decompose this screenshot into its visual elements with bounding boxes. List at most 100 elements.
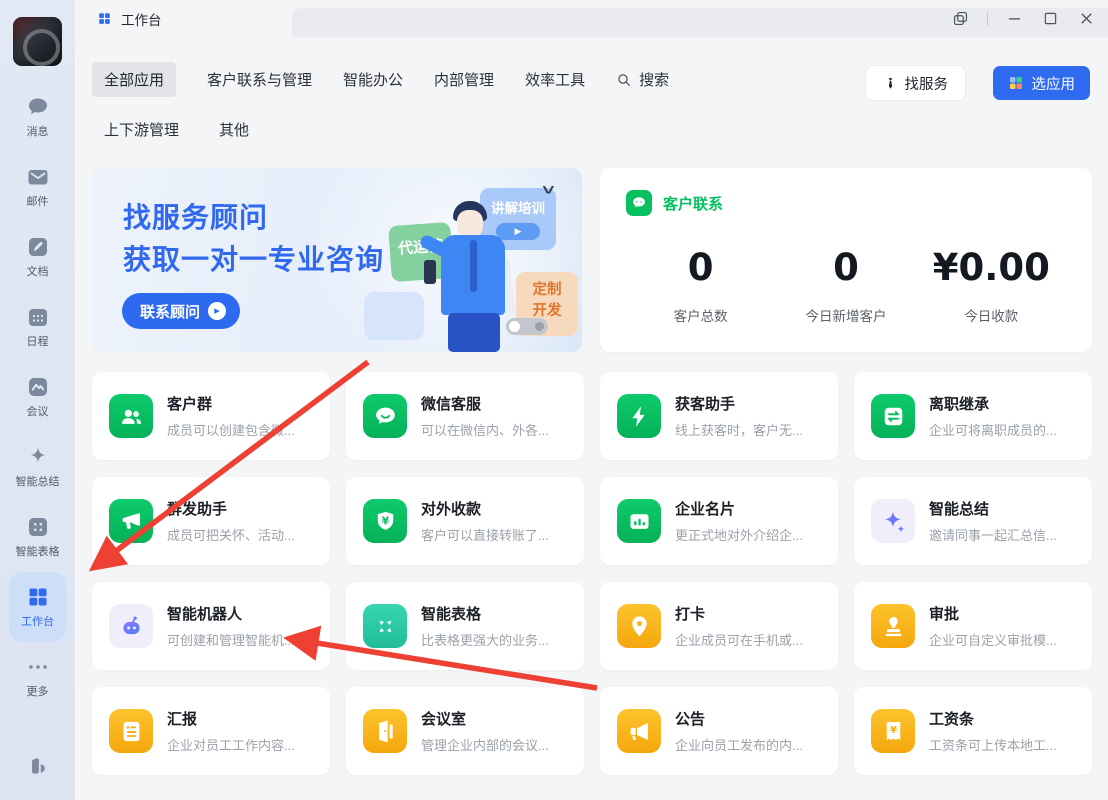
sidebar-item-meeting[interactable]: 会议: [9, 362, 66, 432]
sidebar: 消息 邮件 文档 日程 会议 智能总结 智能表格 工作台 更多: [0, 0, 75, 800]
sidebar-item-workbench[interactable]: 工作台: [9, 572, 66, 642]
app-card-group-send[interactable]: 群发助手 成员可把关怀、活动...: [92, 477, 330, 565]
search-label: 搜索: [639, 69, 669, 90]
app-title: 会议室: [421, 708, 549, 729]
broadcast-icon: [109, 499, 153, 543]
app-card-approval[interactable]: 审批 企业可自定义审批模...: [854, 582, 1092, 670]
find-service-button[interactable]: 找服务: [866, 66, 966, 100]
sidebar-item-messages[interactable]: 消息: [9, 82, 66, 152]
docs-icon: [26, 235, 50, 259]
app-card-biz-card[interactable]: 企业名片 更正式地对外介绍企...: [600, 477, 838, 565]
app-title: 对外收款: [421, 498, 549, 519]
app-card-external-payment[interactable]: ¥ 对外收款 客户可以直接转账了...: [346, 477, 584, 565]
app-title: 审批: [929, 603, 1057, 624]
app-card-wechat-service[interactable]: 微信客服 可以在微信内、外各...: [346, 372, 584, 460]
sidebar-nav: 消息 邮件 文档 日程 会议 智能总结 智能表格 工作台 更多: [9, 82, 66, 712]
app-title: 智能总结: [929, 498, 1057, 519]
play-pill-icon: ▶: [496, 223, 540, 240]
maximize-icon[interactable]: [1041, 9, 1060, 28]
titlebar: 工作台: [75, 0, 1108, 37]
filter-tab-smart-office[interactable]: 智能办公: [331, 62, 415, 97]
banner-title-line2: 获取一对一专业咨询: [123, 238, 384, 278]
app-grid: 客户群 成员可以创建包含微... 微信客服 可以在微信内、外各... 获客助手 …: [92, 372, 1092, 775]
filter-tab-other[interactable]: 其他: [219, 119, 249, 140]
close-icon[interactable]: [1077, 9, 1096, 28]
org-workbench-icon[interactable]: [22, 750, 52, 780]
app-desc: 邀请同事一起汇总信...: [929, 525, 1057, 544]
filter-tab-customer[interactable]: 客户联系与管理: [195, 62, 324, 97]
wechat-bubble-icon: [626, 190, 652, 216]
door-icon: [363, 709, 407, 753]
sidebar-item-smart-summary[interactable]: 智能总结: [9, 432, 66, 502]
app-card-smart-table[interactable]: 智能表格 比表格更强大的业务...: [346, 582, 584, 670]
chevron-down-icon: ˅: [542, 182, 554, 199]
filter-tab-upstream[interactable]: 上下游管理: [104, 119, 179, 140]
find-service-label: 找服务: [905, 73, 949, 94]
stamp-icon: [871, 604, 915, 648]
toggle-icon: [506, 318, 548, 335]
mail-icon: [26, 165, 50, 189]
choose-app-button[interactable]: 选应用: [993, 66, 1091, 100]
app-card-check-in[interactable]: 打卡 企业成员可在手机或...: [600, 582, 838, 670]
app-card-resign-inherit[interactable]: 离职继承 企业可将离职成员的...: [854, 372, 1092, 460]
svg-text:¥: ¥: [889, 725, 896, 736]
workbench-grid-icon: [26, 585, 50, 609]
app-desc: 企业对员工工作内容...: [167, 735, 295, 754]
arrow-circle-icon: ▸: [208, 302, 226, 320]
filter-tab-all[interactable]: 全部应用: [92, 62, 176, 97]
sidebar-item-schedule[interactable]: 日程: [9, 292, 66, 362]
sidebar-item-smart-table[interactable]: 智能表格: [9, 502, 66, 572]
app-desc: 成员可把关怀、活动...: [167, 525, 295, 544]
popout-icon[interactable]: [951, 9, 970, 28]
grid-icon: [97, 11, 112, 26]
controls-divider: [987, 12, 988, 26]
more-dots-icon: [26, 655, 50, 679]
service-consultant-banner: 找服务顾问 获取一对一专业咨询 联系顾问 ▸ 代运营 讲解培训 ▶ ˅ 定制开发: [92, 168, 582, 352]
app-title: 智能表格: [421, 603, 549, 624]
app-card-customer-group[interactable]: 客户群 成员可以创建包含微...: [92, 372, 330, 460]
sidebar-item-label: 日程: [27, 333, 49, 349]
user-avatar[interactable]: [13, 17, 62, 66]
table-x-icon: [363, 604, 407, 648]
sidebar-item-label: 智能表格: [16, 543, 60, 559]
message-icon: [26, 95, 50, 119]
app-card-smart-robot[interactable]: 智能机器人 可创建和管理智能机...: [92, 582, 330, 670]
minimize-icon[interactable]: [1005, 9, 1024, 28]
banner-title-line1: 找服务顾问: [123, 196, 268, 236]
sidebar-item-docs[interactable]: 文档: [9, 222, 66, 292]
tie-icon: [883, 76, 898, 91]
filter-tab-efficiency[interactable]: 效率工具: [513, 62, 597, 97]
pin-icon: [617, 604, 661, 648]
app-desc: 可创建和管理智能机...: [167, 630, 295, 649]
filter-tab-internal[interactable]: 内部管理: [422, 62, 506, 97]
customer-contact-card[interactable]: 客户联系 0 客户总数 0 今日新增客户 ¥0.00 今日收款: [600, 168, 1092, 352]
app-card-report[interactable]: 汇报 企业对员工工作内容...: [92, 687, 330, 775]
contact-consultant-button[interactable]: 联系顾问 ▸: [122, 293, 240, 329]
app-desc: 线上获客时，客户无...: [675, 420, 803, 439]
app-title: 汇报: [167, 708, 295, 729]
app-card-meeting-room[interactable]: 会议室 管理企业内部的会议...: [346, 687, 584, 775]
app-card-lead-assistant[interactable]: 获客助手 线上获客时，客户无...: [600, 372, 838, 460]
illustration-box: [364, 292, 424, 340]
sidebar-item-label: 工作台: [21, 613, 54, 629]
app-card-smart-summary[interactable]: 智能总结 邀请同事一起汇总信...: [854, 477, 1092, 565]
app-card-announcement[interactable]: 公告 企业向员工发布的内...: [600, 687, 838, 775]
customer-contact-header: 客户联系: [626, 190, 723, 216]
sidebar-item-mail[interactable]: 邮件: [9, 152, 66, 222]
app-desc: 企业可将离职成员的...: [929, 420, 1057, 439]
apps-grid-icon: [1008, 75, 1024, 91]
calendar-icon: [26, 305, 50, 329]
app-desc: 更正式地对外介绍企...: [675, 525, 803, 544]
bizcard-icon: [617, 499, 661, 543]
app-title: 打卡: [675, 603, 803, 624]
app-title: 公告: [675, 708, 803, 729]
report-icon: [109, 709, 153, 753]
table-gray-icon: [26, 515, 50, 539]
search-button[interactable]: 搜索: [616, 69, 669, 90]
sidebar-item-label: 会议: [27, 403, 49, 419]
sidebar-item-label: 邮件: [27, 193, 49, 209]
app-desc: 客户可以直接转账了...: [421, 525, 549, 544]
app-card-payslip[interactable]: ¥ 工资条 工资条可上传本地工...: [854, 687, 1092, 775]
tab-workbench[interactable]: 工作台: [75, 0, 292, 37]
sidebar-item-more[interactable]: 更多: [9, 642, 66, 712]
